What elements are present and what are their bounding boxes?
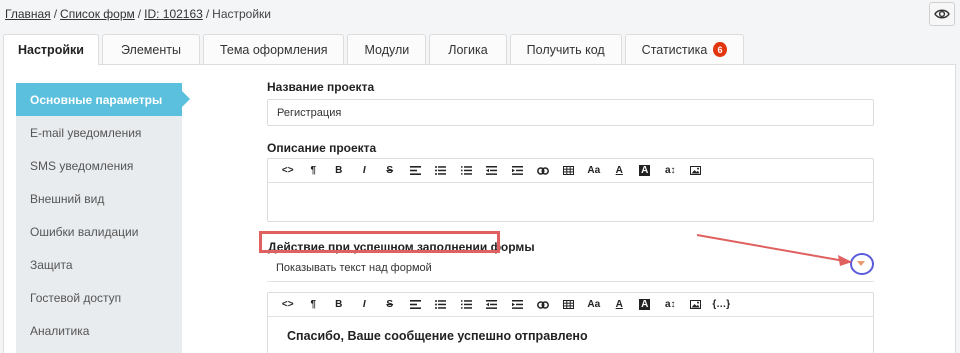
eye-icon [934, 9, 950, 19]
indent-icon[interactable] [505, 166, 531, 175]
breadcrumb-separator: / [53, 7, 58, 21]
variables-icon[interactable]: {…} [709, 299, 735, 310]
code-view-icon[interactable]: <> [275, 299, 301, 310]
tab-elements[interactable]: Элементы [101, 34, 200, 64]
strikethrough-icon[interactable]: S [377, 165, 403, 176]
description-toolbar: <> ¶ B I S Aa A Aa↕ [268, 159, 873, 183]
notification-badge: 6 [713, 42, 727, 57]
strikethrough-icon[interactable]: S [377, 299, 403, 310]
font-size-icon[interactable]: Aa [581, 165, 607, 176]
success-action-select[interactable]: Показывать текст над формой [267, 255, 874, 282]
link-icon[interactable] [530, 300, 556, 309]
table-icon[interactable] [556, 166, 582, 175]
project-name-input[interactable]: Регистрация [267, 99, 874, 126]
table-icon[interactable] [556, 300, 582, 309]
bold-icon[interactable]: B [326, 165, 352, 176]
success-message-edit-area[interactable]: Спасибо, Ваше сообщение успешно отправле… [268, 317, 873, 353]
sidebar-item-email-notifications[interactable]: E-mail уведомления [16, 116, 182, 149]
success-message-editor: <> ¶ B I S Aa A Aa↕ {…} Спасибо, Ваше сообщение … [267, 292, 874, 353]
unordered-list-icon[interactable] [428, 300, 454, 309]
description-editor: <> ¶ B I S Aa A Aa↕ [267, 158, 874, 222]
outdent-icon[interactable] [479, 300, 505, 309]
indent-icon[interactable] [505, 300, 531, 309]
bold-icon[interactable]: B [326, 299, 352, 310]
tab-get-code[interactable]: Получить код [509, 34, 622, 64]
sidebar-item-validation-errors[interactable]: Ошибки валидации [16, 215, 182, 248]
code-view-icon[interactable]: <> [275, 165, 301, 176]
font-color-icon[interactable]: A [607, 299, 633, 310]
font-size-icon[interactable]: Aa [581, 299, 607, 310]
tab-statistics[interactable]: Статистика 6 [624, 34, 744, 64]
align-icon[interactable] [403, 166, 429, 175]
sidebar-item-protection[interactable]: Защита [16, 248, 182, 281]
outdent-icon[interactable] [479, 166, 505, 175]
breadcrumb-separator: / [205, 7, 210, 21]
tab-bar: Настройки Элементы Тема оформления Модул… [3, 34, 747, 65]
preview-button[interactable] [929, 2, 955, 26]
description-edit-area[interactable] [268, 183, 873, 221]
font-color-icon[interactable]: A [607, 165, 633, 176]
tab-statistics-label: Статистика [641, 42, 708, 57]
background-color-icon[interactable]: A [632, 165, 658, 176]
settings-sidebar: Основные параметры E-mail уведомления SM… [16, 83, 190, 353]
main-form: Название проекта Регистрация Описание пр… [267, 80, 874, 353]
unordered-list-icon[interactable] [428, 166, 454, 175]
align-icon[interactable] [403, 300, 429, 309]
paragraph-icon[interactable]: ¶ [301, 165, 327, 176]
tab-theme[interactable]: Тема оформления [202, 34, 345, 64]
tab-logic[interactable]: Логика [429, 34, 507, 64]
sidebar-item-analytics[interactable]: Аналитика [16, 314, 182, 347]
background-color-icon[interactable]: A [632, 299, 658, 310]
italic-icon[interactable]: I [352, 299, 378, 310]
annotation-circle [850, 253, 874, 275]
breadcrumb-current: Настройки [212, 7, 272, 21]
link-icon[interactable] [530, 166, 556, 175]
ordered-list-icon[interactable] [454, 300, 480, 309]
ordered-list-icon[interactable] [454, 166, 480, 175]
project-name-label: Название проекта [267, 80, 375, 94]
breadcrumb-separator: / [137, 7, 142, 21]
line-height-icon[interactable]: a↕ [658, 299, 684, 310]
sidebar-item-appearance[interactable]: Внешний вид [16, 182, 182, 215]
sidebar-item-guest-access[interactable]: Гостевой доступ [16, 281, 182, 314]
sidebar-item-main-params[interactable]: Основные параметры [16, 83, 190, 116]
image-icon[interactable] [683, 166, 709, 175]
line-height-icon[interactable]: a↕ [658, 165, 684, 176]
breadcrumb-id-link[interactable]: ID: 102163 [144, 7, 203, 21]
italic-icon[interactable]: I [352, 165, 378, 176]
tab-settings[interactable]: Настройки [3, 34, 99, 65]
breadcrumb: Главная / Список форм / ID: 102163/Настройки [5, 7, 271, 21]
image-icon[interactable] [683, 300, 709, 309]
sidebar-item-sms-notifications[interactable]: SMS уведомления [16, 149, 182, 182]
success-message-toolbar: <> ¶ B I S Aa A Aa↕ {…} [268, 293, 873, 317]
highlight-box [259, 231, 500, 253]
paragraph-icon[interactable]: ¶ [301, 299, 327, 310]
breadcrumb-home-link[interactable]: Главная [5, 7, 51, 21]
breadcrumb-forms-link[interactable]: Список форм [60, 7, 135, 21]
project-description-label: Описание проекта [267, 141, 377, 155]
tab-modules[interactable]: Модули [347, 34, 427, 64]
